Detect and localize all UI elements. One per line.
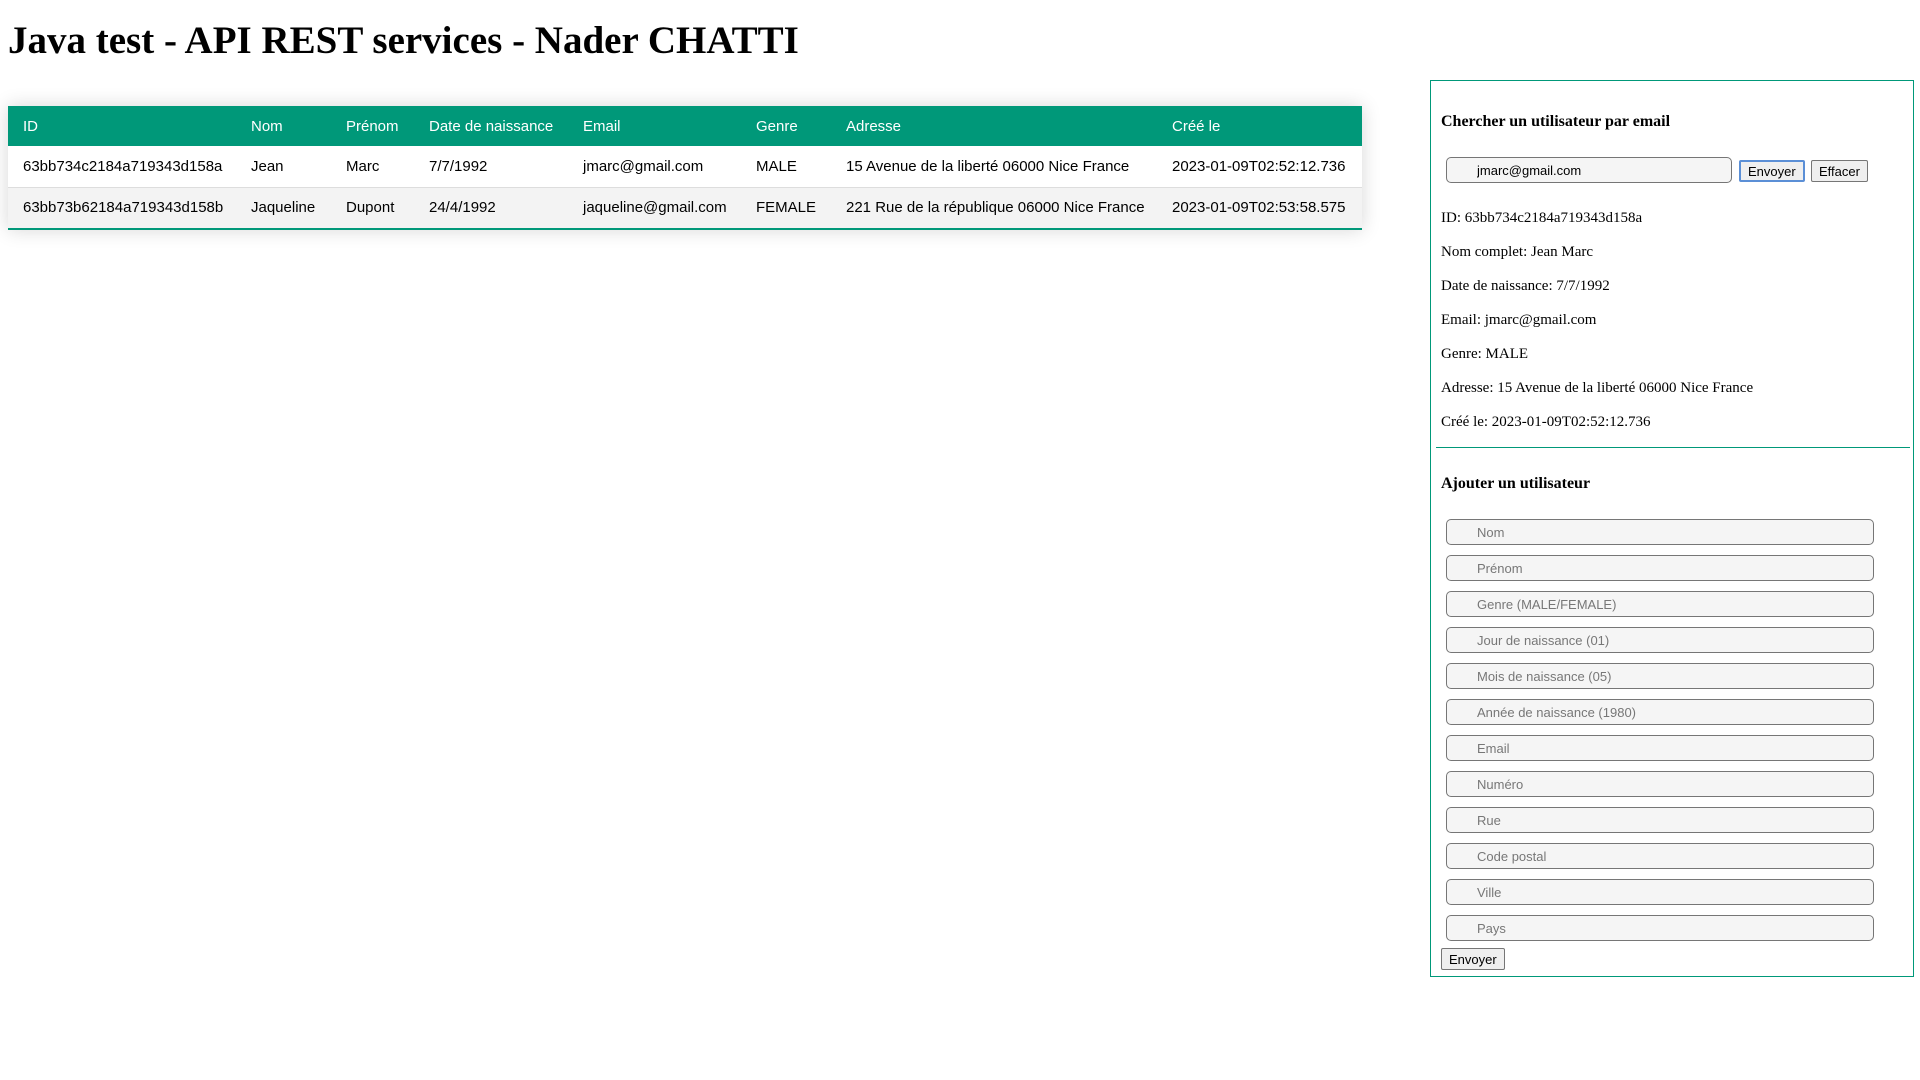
cell-email: jaqueline@gmail.com	[583, 199, 727, 217]
numero-input[interactable]	[1446, 771, 1874, 797]
column-header-email: Email	[583, 117, 621, 135]
column-header-genre: Genre	[756, 117, 798, 135]
table-row: 63bb73b62184a719343d158b Jaqueline Dupon…	[8, 187, 1362, 228]
genre-input[interactable]	[1446, 591, 1874, 617]
cell-cree-le: 2023-01-09T02:52:12.736	[1172, 157, 1346, 175]
add-user-heading: Ajouter un utilisateur	[1441, 475, 1591, 492]
cell-nom: Jaqueline	[251, 199, 316, 217]
users-table-card: ID Nom Prénom Date de naissance Email Ge…	[8, 106, 1362, 230]
result-created-at: Créé le: 2023-01-09T02:52:12.736	[1441, 414, 1651, 430]
cell-genre: FEMALE	[756, 199, 817, 217]
nom-input[interactable]	[1446, 519, 1874, 545]
users-table: ID Nom Prénom Date de naissance Email Ge…	[8, 106, 1362, 228]
email-input[interactable]	[1446, 735, 1874, 761]
cell-date-naissance: 24/4/1992	[429, 199, 496, 217]
page-title: Java test - API REST services - Nader CH…	[8, 19, 799, 62]
add-user-form	[1446, 519, 1874, 951]
column-header-date-naissance: Date de naissance	[429, 117, 554, 135]
result-gender: Genre: MALE	[1441, 346, 1529, 362]
code-postal-input[interactable]	[1446, 843, 1874, 869]
add-user-send-button[interactable]: Envoyer	[1441, 948, 1505, 970]
column-header-id: ID	[23, 117, 38, 135]
cell-email: jmarc@gmail.com	[583, 157, 704, 175]
annee-naissance-input[interactable]	[1446, 699, 1874, 725]
result-address: Adresse: 15 Avenue de la liberté 06000 N…	[1441, 380, 1754, 396]
table-row: 63bb734c2184a719343d158a Jean Marc 7/7/1…	[8, 146, 1362, 187]
cell-date-naissance: 7/7/1992	[429, 157, 488, 175]
result-email: Email: jmarc@gmail.com	[1441, 312, 1597, 328]
ville-input[interactable]	[1446, 879, 1874, 905]
cell-adresse: 221 Rue de la république 06000 Nice Fran…	[846, 199, 1145, 217]
column-header-cree-le: Créé le	[1172, 117, 1221, 135]
search-clear-button[interactable]: Effacer	[1811, 160, 1868, 182]
cell-nom: Jean	[251, 157, 284, 175]
page: Java test - API REST services - Nader CH…	[0, 0, 1920, 1080]
cell-id: 63bb73b62184a719343d158b	[23, 199, 224, 217]
side-panel: Chercher un utilisateur par email Envoye…	[1430, 80, 1914, 977]
cell-prenom: Dupont	[346, 199, 395, 217]
search-send-button[interactable]: Envoyer	[1739, 160, 1805, 182]
column-header-nom: Nom	[251, 117, 283, 135]
cell-genre: MALE	[756, 157, 797, 175]
result-full-name: Nom complet: Jean Marc	[1441, 244, 1594, 260]
search-result: ID: 63bb734c2184a719343d158a Nom complet…	[1441, 201, 1753, 439]
column-header-adresse: Adresse	[846, 117, 902, 135]
cell-id: 63bb734c2184a719343d158a	[23, 157, 223, 175]
cell-cree-le: 2023-01-09T02:53:58.575	[1172, 199, 1346, 217]
search-email-input[interactable]	[1446, 157, 1732, 183]
section-divider	[1436, 447, 1910, 448]
cell-prenom: Marc	[346, 157, 380, 175]
jour-naissance-input[interactable]	[1446, 627, 1874, 653]
pays-input[interactable]	[1446, 915, 1874, 941]
rue-input[interactable]	[1446, 807, 1874, 833]
mois-naissance-input[interactable]	[1446, 663, 1874, 689]
column-header-prenom: Prénom	[346, 117, 399, 135]
result-birth-date: Date de naissance: 7/7/1992	[1441, 278, 1610, 294]
cell-adresse: 15 Avenue de la liberté 06000 Nice Franc…	[846, 157, 1130, 175]
result-id: ID: 63bb734c2184a719343d158a	[1441, 210, 1643, 226]
prenom-input[interactable]	[1446, 555, 1874, 581]
table-header-row: ID Nom Prénom Date de naissance Email Ge…	[8, 106, 1362, 146]
search-heading: Chercher un utilisateur par email	[1441, 113, 1671, 130]
